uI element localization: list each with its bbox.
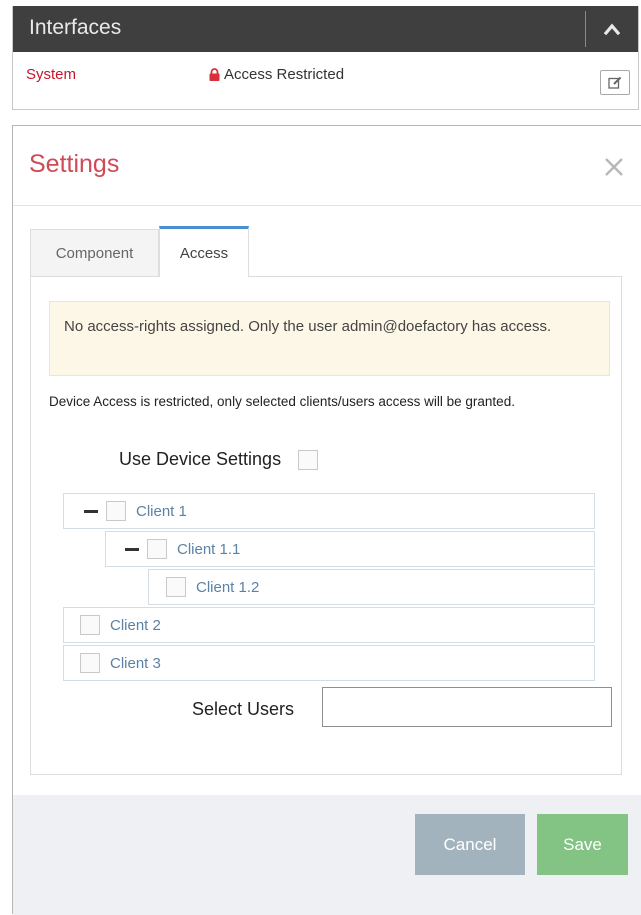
tree-row-client-3: Client 3 — [63, 645, 595, 681]
tree-row-client-1-2: Client 1.2 — [148, 569, 595, 605]
client-label[interactable]: Client 2 — [110, 617, 161, 634]
edit-icon — [608, 76, 622, 89]
collapse-button[interactable] — [586, 6, 638, 52]
client-label[interactable]: Client 1.1 — [177, 541, 240, 558]
interfaces-title: Interfaces — [29, 16, 122, 39]
client-checkbox[interactable] — [106, 501, 126, 521]
dialog-title: Settings — [29, 150, 120, 178]
chevron-up-icon — [604, 23, 620, 35]
close-icon[interactable] — [601, 154, 627, 180]
edit-button[interactable] — [600, 70, 630, 95]
client-label[interactable]: Client 1 — [136, 503, 187, 520]
tab-access[interactable]: Access — [159, 226, 249, 277]
collapse-minus-icon[interactable] — [84, 509, 98, 513]
interfaces-header: Interfaces — [13, 6, 638, 52]
tab-bar: Component Access — [30, 226, 622, 277]
client-checkbox[interactable] — [80, 653, 100, 673]
access-status: Access Restricted — [209, 66, 344, 83]
interfaces-panel: Interfaces System Access Restricted — [12, 6, 639, 110]
client-checkbox[interactable] — [166, 577, 186, 597]
settings-dialog: Settings Component Access No access-righ… — [12, 125, 641, 915]
use-device-settings-checkbox[interactable] — [298, 449, 319, 470]
interface-row: System Access Restricted — [13, 52, 638, 110]
client-checkbox[interactable] — [147, 539, 167, 559]
save-button[interactable]: Save — [537, 814, 628, 875]
dialog-footer: Cancel Save — [13, 795, 641, 915]
cancel-button[interactable]: Cancel — [415, 814, 525, 875]
access-status-text: Access Restricted — [224, 66, 345, 83]
tab-component[interactable]: Component — [30, 229, 159, 276]
collapse-minus-icon[interactable] — [125, 547, 139, 551]
client-label[interactable]: Client 3 — [110, 655, 161, 672]
tab-panel: Component Access No access-rights assign… — [30, 226, 622, 775]
tree-row-client-1-1: Client 1.1 — [105, 531, 595, 567]
client-checkbox[interactable] — [80, 615, 100, 635]
access-tab-body: No access-rights assigned. Only the user… — [30, 276, 622, 775]
interface-name[interactable]: System — [26, 66, 76, 83]
client-label[interactable]: Client 1.2 — [196, 579, 259, 596]
use-device-settings: Use Device Settings — [119, 449, 319, 470]
tree-row-client-1: Client 1 — [63, 493, 595, 529]
select-users-input[interactable] — [322, 687, 612, 727]
lock-icon — [209, 68, 220, 81]
use-device-settings-label: Use Device Settings — [119, 449, 282, 469]
access-alert: No access-rights assigned. Only the user… — [49, 301, 610, 376]
access-description: Device Access is restricted, only select… — [49, 394, 515, 409]
tree-row-client-2: Client 2 — [63, 607, 595, 643]
dialog-header: Settings — [13, 126, 641, 206]
select-users-label: Select Users — [192, 699, 295, 719]
